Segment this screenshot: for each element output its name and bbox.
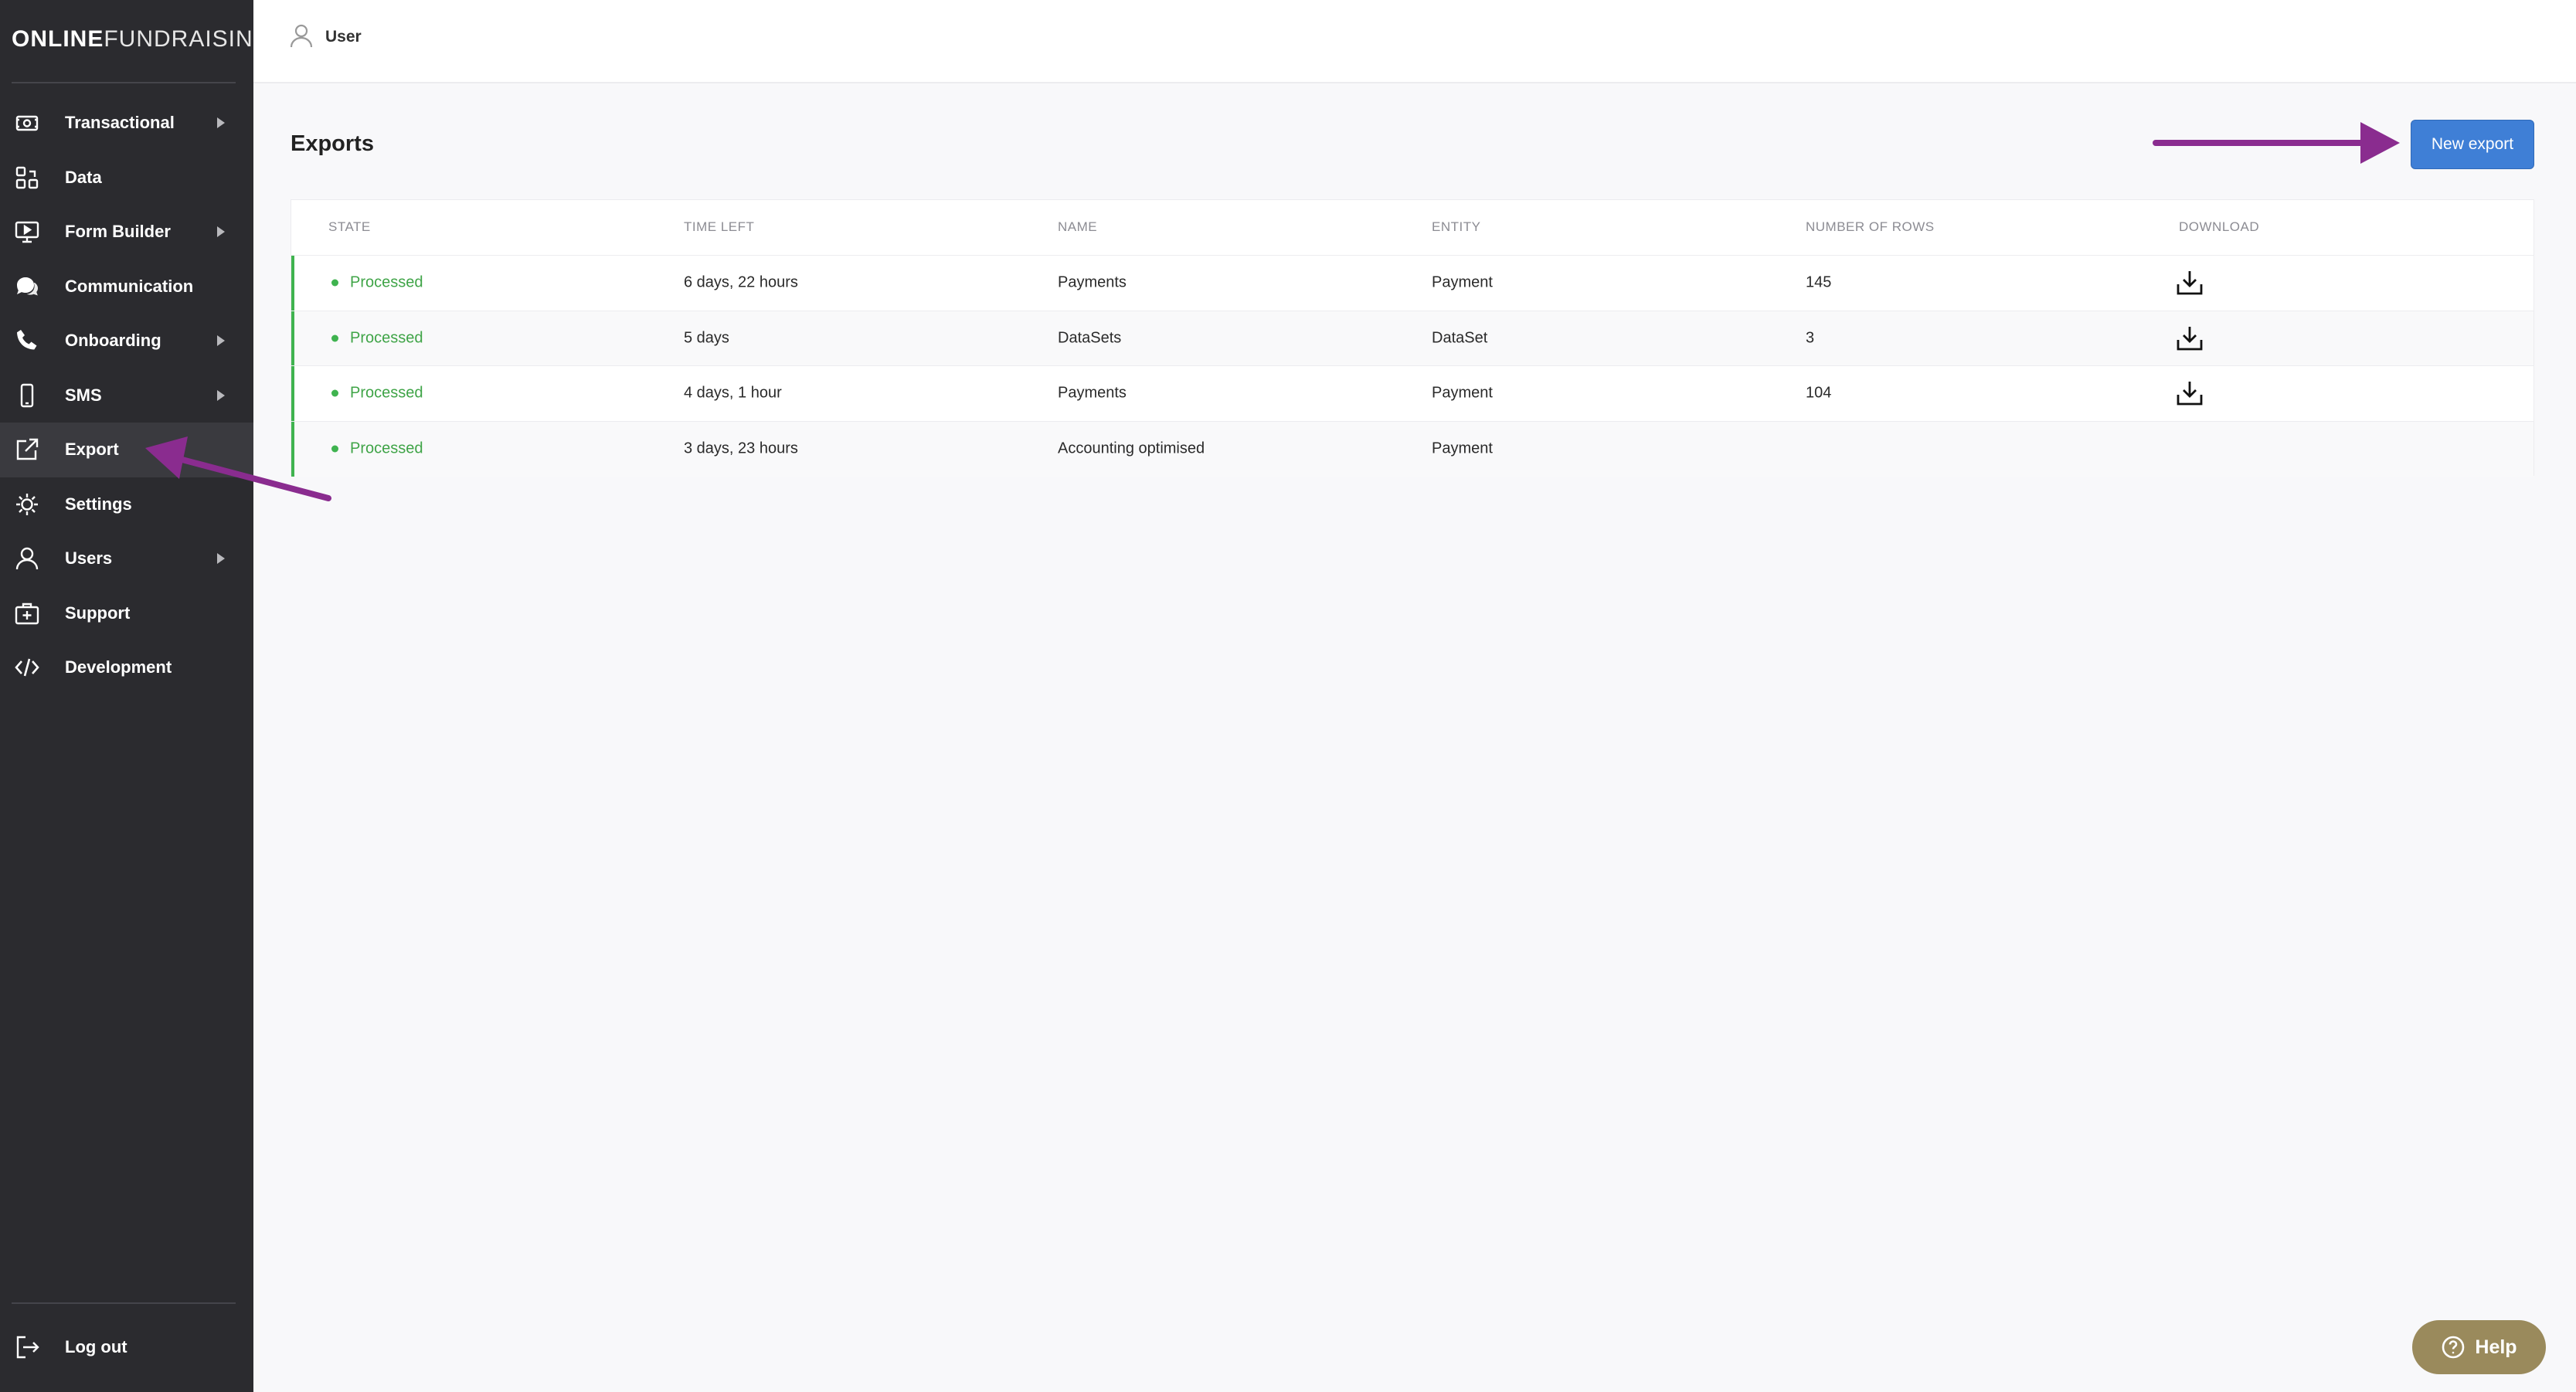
time-left: 3 days, 23 hours [684,440,798,457]
sidebar-divider-top [12,82,236,83]
table-row[interactable]: Processed 3 days, 23 hours Accounting op… [291,421,2534,477]
sidebar-item-label: Form Builder [65,222,171,242]
mobile-icon [14,382,40,409]
table-row[interactable]: Processed 6 days, 22 hours Payments Paym… [291,256,2534,311]
sidebar-item-communication[interactable]: Communication [0,260,253,314]
code-icon [14,654,40,681]
logout-button[interactable]: Log out [0,1320,253,1374]
top-bar: User [253,0,2576,83]
column-header-download: DOWNLOAD [2179,219,2260,234]
status-badge: Processed [350,384,423,402]
status-badge: Processed [350,273,423,291]
table-row[interactable]: Processed 4 days, 1 hour Payments Paymen… [291,366,2534,422]
sidebar-item-label: Export [65,440,119,460]
time-left: 6 days, 22 hours [684,273,798,291]
medkit-icon [14,600,40,626]
time-left: 4 days, 1 hour [684,384,782,402]
sidebar-item-data[interactable]: Data [0,151,253,205]
export-name: Accounting optimised [1058,440,1205,457]
download-icon[interactable] [2174,267,2205,298]
sidebar-item-label: Settings [65,494,132,514]
time-left: 5 days [684,329,729,347]
gear-icon [14,491,40,518]
sidebar-item-label: Data [65,167,102,187]
sidebar-item-label: Communication [65,276,194,296]
export-name: DataSets [1058,329,1122,347]
help-button[interactable]: Help [2412,1320,2546,1374]
sidebar-item-onboarding[interactable]: Onboarding [0,314,253,368]
column-header-name[interactable]: NAME [1058,219,1097,235]
export-name: Payments [1058,384,1127,402]
status-dot [331,445,338,453]
sidebar-item-form-builder[interactable]: Form Builder [0,205,253,260]
user-icon [14,545,40,572]
export-entity: Payment [1432,384,1493,402]
user-avatar-icon[interactable] [287,22,315,49]
sidebar: ONLINEFUNDRAISING Transactional Data For… [0,0,271,1392]
brand-logo[interactable]: ONLINEFUNDRAISING [12,26,272,53]
export-name: Payments [1058,273,1127,291]
sidebar-item-settings[interactable]: Settings [0,477,253,532]
export-entity: DataSet [1432,329,1488,347]
sidebar-item-transactional[interactable]: Transactional [0,96,253,151]
brand-logo-light: FUNDRAISING [104,26,273,52]
download-icon[interactable] [2174,323,2205,354]
sidebar-item-label: SMS [65,385,102,405]
column-header-time-left[interactable]: TIME LEFT [684,219,754,235]
sidebar-item-users[interactable]: Users [0,531,253,586]
status-badge: Processed [350,440,423,457]
sidebar-item-sms[interactable]: SMS [0,368,253,423]
export-row-count: 3 [1806,329,1815,347]
data-icon [14,165,40,191]
chevron-right-icon [217,553,225,565]
status-badge: Processed [350,329,423,347]
export-icon [14,436,40,463]
export-entity: Payment [1432,440,1493,457]
sidebar-item-label: Support [65,603,131,623]
column-header-entity[interactable]: ENTITY [1432,219,1480,235]
chevron-right-icon [217,389,225,401]
column-header-state[interactable]: STATE [328,219,371,235]
download-icon[interactable] [2174,378,2205,409]
page-title: Exports [291,131,374,156]
table-row[interactable]: Processed 5 days DataSets DataSet 3 [291,311,2534,366]
phone-icon [14,328,40,354]
sidebar-item-development[interactable]: Development [0,640,253,695]
arrow-to-new-export [2153,122,2400,164]
logout-icon [14,1334,40,1360]
help-label: Help [2475,1336,2517,1358]
sidebar-item-label: Onboarding [65,331,161,351]
column-header-number-of-rows[interactable]: NUMBER OF ROWS [1806,219,1935,235]
exports-table: STATE TIME LEFT NAME ENTITY NUMBER OF RO… [291,199,2534,477]
brand-logo-bold: ONLINE [12,26,104,52]
sidebar-item-label: Users [65,548,113,569]
status-dot [331,334,338,342]
sidebar-item-support[interactable]: Support [0,586,253,641]
sidebar-item-label: Transactional [65,113,175,133]
user-name[interactable]: User [325,28,362,46]
sidebar-item-label: Development [65,657,172,677]
sidebar-item-export[interactable]: Export [0,423,253,477]
chevron-right-icon [217,226,225,238]
logout-label: Log out [65,1337,127,1356]
monitor-icon [14,219,40,245]
chevron-right-icon [217,117,225,129]
export-row-count: 145 [1806,273,1832,291]
chevron-right-icon [217,335,225,347]
status-dot [331,389,338,397]
export-row-count: 104 [1806,384,1832,402]
sidebar-divider-bottom [12,1302,236,1304]
sidebar-nav: Transactional Data Form Builder Communic… [0,96,253,695]
export-entity: Payment [1432,273,1493,291]
status-dot [331,279,338,287]
question-icon [2442,1336,2465,1359]
chat-icon [14,273,40,300]
table-header: STATE TIME LEFT NAME ENTITY NUMBER OF RO… [291,200,2534,256]
money-icon [14,110,40,136]
new-export-button[interactable]: New export [2411,120,2534,169]
